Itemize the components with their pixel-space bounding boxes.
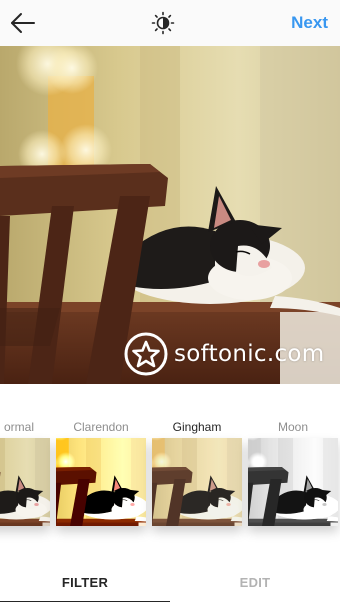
filter-thumbnail xyxy=(152,438,242,526)
watermark: softonic.com xyxy=(122,330,324,378)
lux-button[interactable] xyxy=(151,11,175,35)
filter-gingham[interactable]: Gingham xyxy=(152,384,242,526)
filter-thumbnail xyxy=(56,438,146,526)
lux-sun-icon xyxy=(151,11,175,35)
back-button[interactable] xyxy=(8,9,38,37)
filter-clarendon[interactable]: Clarendon xyxy=(56,384,146,526)
filter-thumbnail xyxy=(0,438,50,526)
watermark-text: softonic.com xyxy=(174,341,325,367)
filter-strip[interactable]: ormal Clarendon Gingham Moon xyxy=(0,384,340,560)
top-bar: Next xyxy=(0,0,340,46)
arrow-left-icon xyxy=(11,13,35,33)
filter-label: Moon xyxy=(277,420,309,434)
next-button[interactable]: Next xyxy=(291,12,328,34)
filter-label: Gingham xyxy=(172,420,222,434)
active-tab-indicator xyxy=(0,601,170,602)
tab-filter[interactable]: FILTER xyxy=(0,560,170,604)
filter-thumbnail xyxy=(248,438,338,526)
softonic-logo-icon xyxy=(124,332,168,376)
tab-edit[interactable]: EDIT xyxy=(170,560,340,604)
filter-normal[interactable]: ormal xyxy=(0,384,50,526)
filter-moon[interactable]: Moon xyxy=(248,384,338,526)
filter-label: Clarendon xyxy=(73,420,129,434)
filter-label: ormal xyxy=(3,420,34,434)
bottom-tabs: FILTER EDIT xyxy=(0,560,340,604)
